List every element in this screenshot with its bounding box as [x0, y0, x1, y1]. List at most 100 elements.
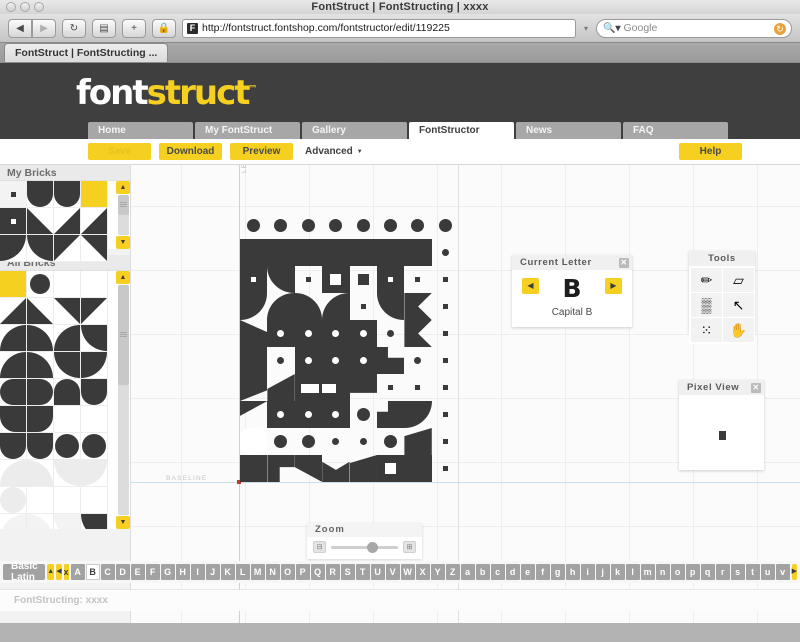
all-bricks-grid[interactable] — [0, 271, 130, 529]
glyph-brick[interactable] — [295, 320, 322, 347]
close-icon[interactable]: ✕ — [619, 258, 629, 268]
glyph-brick[interactable] — [404, 455, 431, 482]
fontstruct-logo[interactable]: fontstruct™ — [76, 73, 257, 113]
brick-item[interactable] — [54, 181, 81, 208]
glyph-brick[interactable] — [240, 266, 267, 293]
glyph-brick[interactable] — [295, 401, 322, 428]
scroll-down-button[interactable]: ▼ — [116, 516, 130, 529]
zoom-panel[interactable]: Zoom ⊟ ⊞ — [307, 523, 422, 559]
glyph-brick[interactable] — [350, 374, 377, 401]
char-chip-j[interactable]: j — [596, 564, 610, 580]
lock-icon[interactable]: 🔒 — [152, 19, 176, 38]
pixel-view-panel[interactable]: Pixel View ✕ — [679, 380, 764, 470]
previous-letter-button[interactable]: ◀ — [522, 278, 539, 294]
zoom-in-button[interactable]: ⊞ — [403, 541, 416, 553]
reload-icon[interactable]: ↻ — [62, 19, 86, 38]
brick-item[interactable] — [54, 433, 81, 460]
glyph-brick[interactable] — [377, 374, 404, 401]
charset-dropdown-arrow[interactable]: ▲ — [47, 564, 54, 580]
zoom-body[interactable]: ⊟ ⊞ — [307, 537, 422, 557]
brick-item[interactable] — [27, 487, 54, 514]
brick-item[interactable] — [81, 352, 108, 379]
char-chip-p[interactable]: p — [686, 564, 700, 580]
brick-item[interactable] — [27, 406, 54, 433]
char-chip-P[interactable]: P — [296, 564, 310, 580]
glyph-brick[interactable] — [350, 347, 377, 374]
glyph-brick[interactable] — [404, 347, 431, 374]
url-input[interactable]: F http://fontstruct.fontshop.com/fontstr… — [182, 19, 576, 38]
brick-item[interactable] — [0, 298, 27, 325]
my-bricks-palette[interactable]: ▲ ▼ — [0, 181, 130, 249]
char-chip-k[interactable]: k — [611, 564, 625, 580]
glyph-brick[interactable] — [267, 239, 294, 266]
glyph-brick[interactable] — [240, 293, 267, 320]
glyph-brick[interactable] — [404, 266, 431, 293]
brick-item[interactable] — [54, 271, 81, 298]
preview-button[interactable]: Preview — [230, 143, 293, 160]
char-chip-l[interactable]: l — [626, 564, 640, 580]
glyph-brick[interactable] — [350, 293, 377, 320]
brick-item[interactable] — [54, 352, 81, 379]
glyph-brick[interactable] — [322, 293, 349, 320]
snapshot-icon[interactable]: ▤ — [92, 19, 116, 38]
help-button[interactable]: Help — [679, 143, 742, 160]
glyph-brick[interactable] — [295, 212, 322, 239]
char-chip-V[interactable]: V — [386, 564, 400, 580]
add-bookmark-button[interactable]: + — [122, 19, 146, 38]
brick-item[interactable] — [0, 325, 27, 352]
brick-item[interactable] — [54, 235, 81, 262]
char-chip-M[interactable]: M — [251, 564, 265, 580]
my-bricks-scrollbar[interactable]: ▲ ▼ — [116, 181, 130, 249]
glyph-brick[interactable] — [267, 293, 294, 320]
char-chip-r[interactable]: r — [716, 564, 730, 580]
glyph-brick[interactable] — [350, 239, 377, 266]
glyph-brick[interactable] — [377, 401, 404, 428]
brick-item-selected[interactable] — [0, 271, 27, 298]
scroll-up-button[interactable]: ▲ — [116, 181, 130, 194]
glyph-brick[interactable] — [404, 212, 431, 239]
glyph-brick[interactable] — [267, 374, 294, 401]
glyph-brick[interactable] — [240, 374, 267, 401]
forward-button[interactable]: ▶ — [32, 19, 56, 38]
glyph-brick[interactable] — [295, 374, 322, 401]
glyph-brick[interactable] — [350, 320, 377, 347]
brick-item[interactable] — [54, 406, 81, 433]
brick-item[interactable] — [27, 235, 54, 262]
next-letter-button[interactable]: ▶ — [605, 278, 622, 294]
glyph-brick[interactable] — [267, 401, 294, 428]
brick-item[interactable] — [0, 235, 27, 262]
char-chip-g[interactable]: g — [551, 564, 565, 580]
char-chip-v[interactable]: v — [776, 564, 790, 580]
char-chip-C[interactable]: C — [101, 564, 115, 580]
char-chip-x[interactable]: x — [64, 564, 69, 580]
char-chip-I[interactable]: I — [191, 564, 205, 580]
char-chip-Y[interactable]: Y — [431, 564, 445, 580]
char-chip-N[interactable]: N — [266, 564, 280, 580]
select-tool-icon[interactable]: ↖ — [723, 293, 754, 317]
grid-tool-icon[interactable]: ▒ — [691, 293, 722, 317]
char-chip-i[interactable]: i — [581, 564, 595, 580]
brick-item[interactable] — [81, 208, 108, 235]
glyph-brick[interactable] — [377, 293, 404, 320]
brick-item[interactable] — [81, 487, 108, 514]
brick-item[interactable] — [81, 271, 108, 298]
brick-item[interactable] — [0, 208, 27, 235]
glyph-brick[interactable] — [377, 320, 404, 347]
char-chip-f[interactable]: f — [536, 564, 550, 580]
glyph-brick[interactable] — [432, 239, 459, 266]
brick-item[interactable] — [27, 352, 54, 379]
char-chip-A[interactable]: A — [71, 564, 85, 580]
char-chip-a[interactable]: a — [461, 564, 475, 580]
save-button[interactable]: Save — [88, 143, 151, 160]
char-chip-W[interactable]: W — [401, 564, 415, 580]
char-chip-c[interactable]: c — [491, 564, 505, 580]
brick-item[interactable] — [81, 379, 108, 406]
glyph-brick[interactable] — [267, 212, 294, 239]
char-chip-d[interactable]: d — [506, 564, 520, 580]
brick-item-selected[interactable] — [81, 181, 108, 208]
glyph-brick[interactable] — [350, 401, 377, 428]
char-chip-s[interactable]: s — [731, 564, 745, 580]
brick-item[interactable] — [0, 433, 27, 460]
nav-tab-my-fontstruct[interactable]: My FontStruct — [195, 122, 300, 139]
char-chip-R[interactable]: R — [326, 564, 340, 580]
